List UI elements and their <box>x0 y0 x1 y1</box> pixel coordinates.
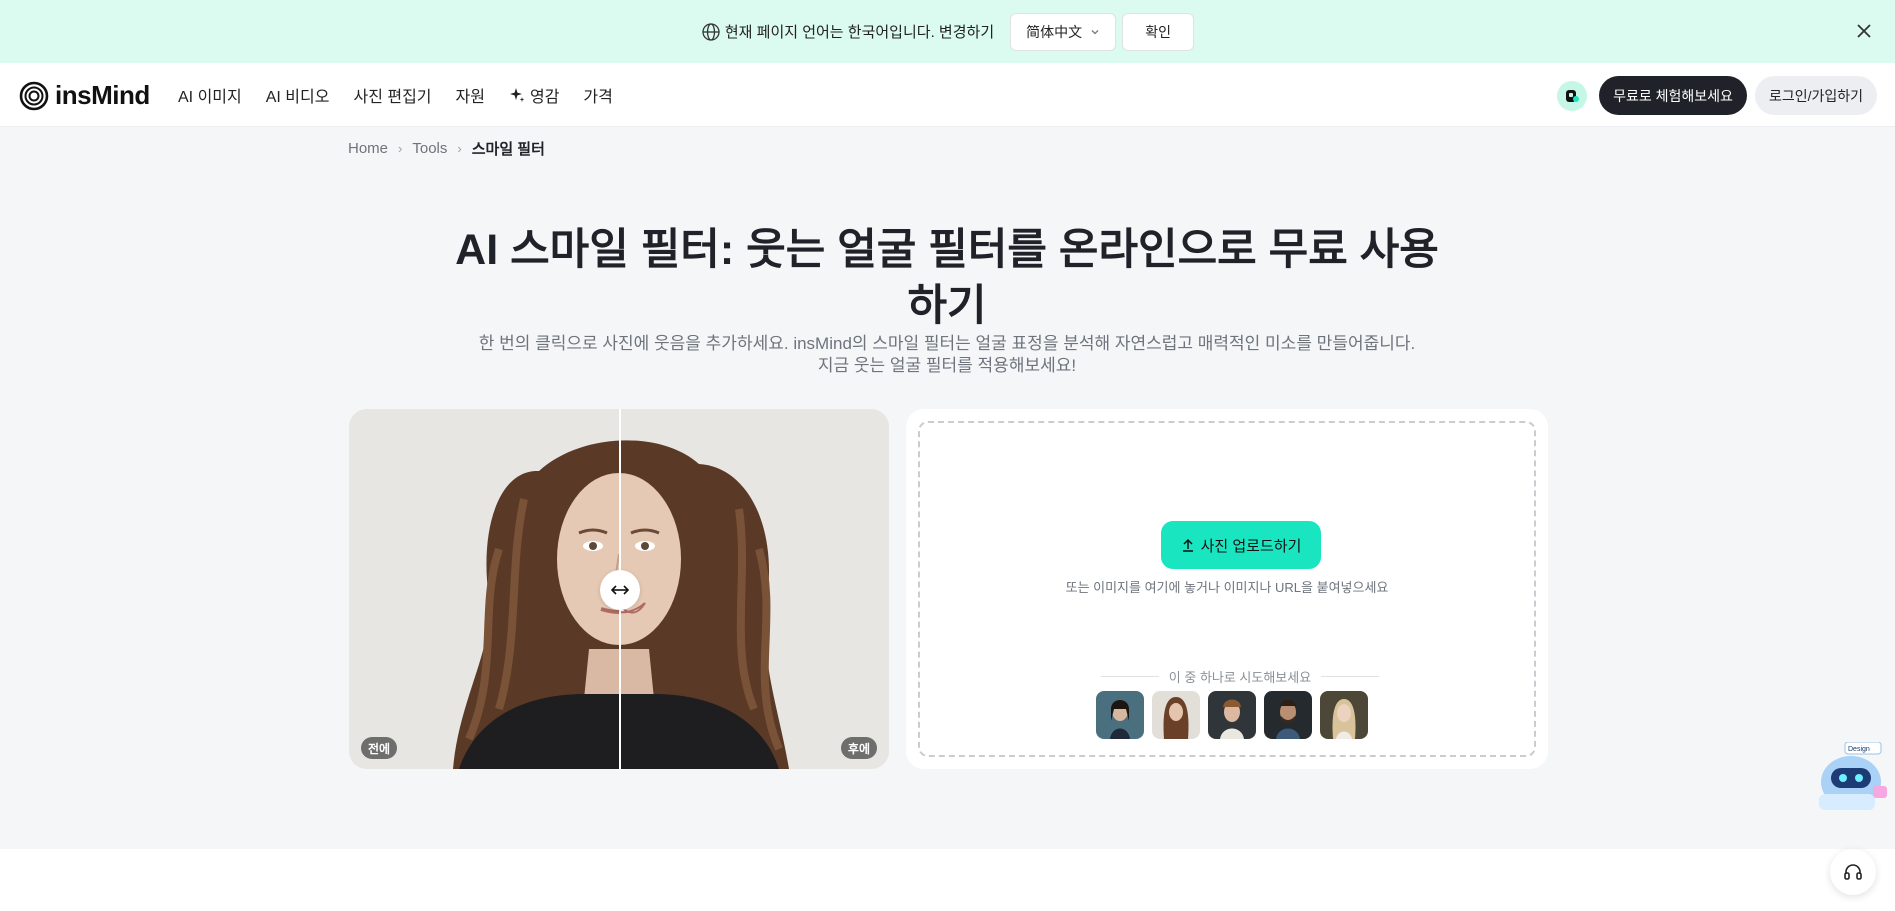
page-subtitle-line-1: 한 번의 클릭으로 사진에 웃음을 추가하세요. insMind의 스마일 필터… <box>478 334 1416 353</box>
close-icon[interactable] <box>1853 20 1875 42</box>
site-header: insMind AI 이미지 AI 비디오 사진 편집기 자원 영감 가격 무료… <box>0 63 1895 127</box>
main-nav: AI 이미지 AI 비디오 사진 편집기 자원 영감 가격 <box>178 63 613 127</box>
divider-line <box>1321 676 1380 677</box>
breadcrumb-home[interactable]: Home <box>348 140 388 157</box>
globe-icon <box>701 22 721 42</box>
lower-section <box>0 849 1895 911</box>
upload-dropzone[interactable]: 사진 업로드하기 또는 이미지를 여기에 놓거나 이미지나 URL을 붙여넣으세… <box>918 421 1536 757</box>
nav-resources[interactable]: 자원 <box>456 83 485 107</box>
nav-ai-image[interactable]: AI 이미지 <box>178 83 242 107</box>
upload-panel: 사진 업로드하기 또는 이미지를 여기에 놓거나 이미지나 URL을 붙여넣으세… <box>906 409 1548 769</box>
sample-image[interactable] <box>1320 691 1368 739</box>
breadcrumb: Home › Tools › 스마일 필터 <box>348 138 545 159</box>
chevron-down-icon <box>1090 24 1100 40</box>
logo-mark-icon <box>19 81 49 110</box>
divider-line <box>1100 676 1159 677</box>
language-confirm-button[interactable]: 확인 <box>1122 12 1195 51</box>
language-banner: 현재 페이지 언어는 한국어입니다. 변경하기 简体中文 확인 <box>0 0 1895 63</box>
chevron-right-icon: › <box>398 141 403 156</box>
sample-image[interactable] <box>1096 691 1144 739</box>
sparkle-icon <box>509 88 525 102</box>
language-select[interactable]: 简体中文 <box>1010 12 1117 51</box>
language-message: 현재 페이지 언어는 한국어입니다. 변경하기 <box>724 24 995 41</box>
nav-ai-video[interactable]: AI 비디오 <box>266 83 330 107</box>
try-samples-label: 이 중 하나로 시도해보세요 <box>1090 667 1390 686</box>
left-right-arrow-icon[interactable] <box>600 570 640 610</box>
breadcrumb-tools[interactable]: Tools <box>412 140 447 157</box>
upload-icon <box>1182 538 1193 552</box>
logo[interactable]: insMind <box>19 80 150 111</box>
sample-image[interactable] <box>1152 691 1200 739</box>
page-subtitle: 한 번의 클릭으로 사진에 웃음을 추가하세요. insMind의 스마일 필터… <box>447 333 1447 377</box>
login-button[interactable]: 로그인/가입하기 <box>1754 76 1877 115</box>
upload-hint: 또는 이미지를 여기에 놓거나 이미지나 URL을 붙여넣으세요 <box>1065 580 1389 595</box>
extension-icon[interactable] <box>1557 80 1588 111</box>
before-tag: 전에 <box>361 737 398 759</box>
try-free-button[interactable]: 무료로 체험해보세요 <box>1599 76 1747 115</box>
bot-label: Design <box>1848 746 1870 753</box>
nav-inspiration[interactable]: 영감 <box>509 83 559 107</box>
upload-photo-label: 사진 업로드하기 <box>1200 537 1302 555</box>
sample-images <box>1096 691 1368 739</box>
headset-icon[interactable] <box>1830 849 1876 895</box>
nav-pricing[interactable]: 가격 <box>583 83 612 107</box>
try-samples-text: 이 중 하나로 시도해보세요 <box>1168 670 1312 685</box>
breadcrumb-current: 스마일 필터 <box>471 141 545 158</box>
upload-photo-button[interactable]: 사진 업로드하기 <box>1161 521 1321 569</box>
before-after-compare[interactable]: 전에 후에 <box>349 409 889 769</box>
language-select-value: 简体中文 <box>1026 23 1083 40</box>
chevron-right-icon: › <box>457 141 462 156</box>
page-subtitle-line-2: 지금 웃는 얼굴 필터를 적용해보세요! <box>817 356 1077 375</box>
design-assistant-bot[interactable]: Design <box>1815 741 1891 816</box>
after-tag: 후에 <box>840 737 877 759</box>
sample-image[interactable] <box>1264 691 1312 739</box>
logo-text: insMind <box>55 80 150 110</box>
sample-image[interactable] <box>1208 691 1256 739</box>
nav-inspiration-label: 영감 <box>529 89 560 106</box>
header-actions: 무료로 체험해보세요 로그인/가입하기 <box>1557 76 1877 115</box>
page-title: AI 스마일 필터: 웃는 얼굴 필터를 온라인으로 무료 사용하기 <box>455 226 1439 330</box>
nav-photo-editor[interactable]: 사진 편집기 <box>353 83 431 107</box>
